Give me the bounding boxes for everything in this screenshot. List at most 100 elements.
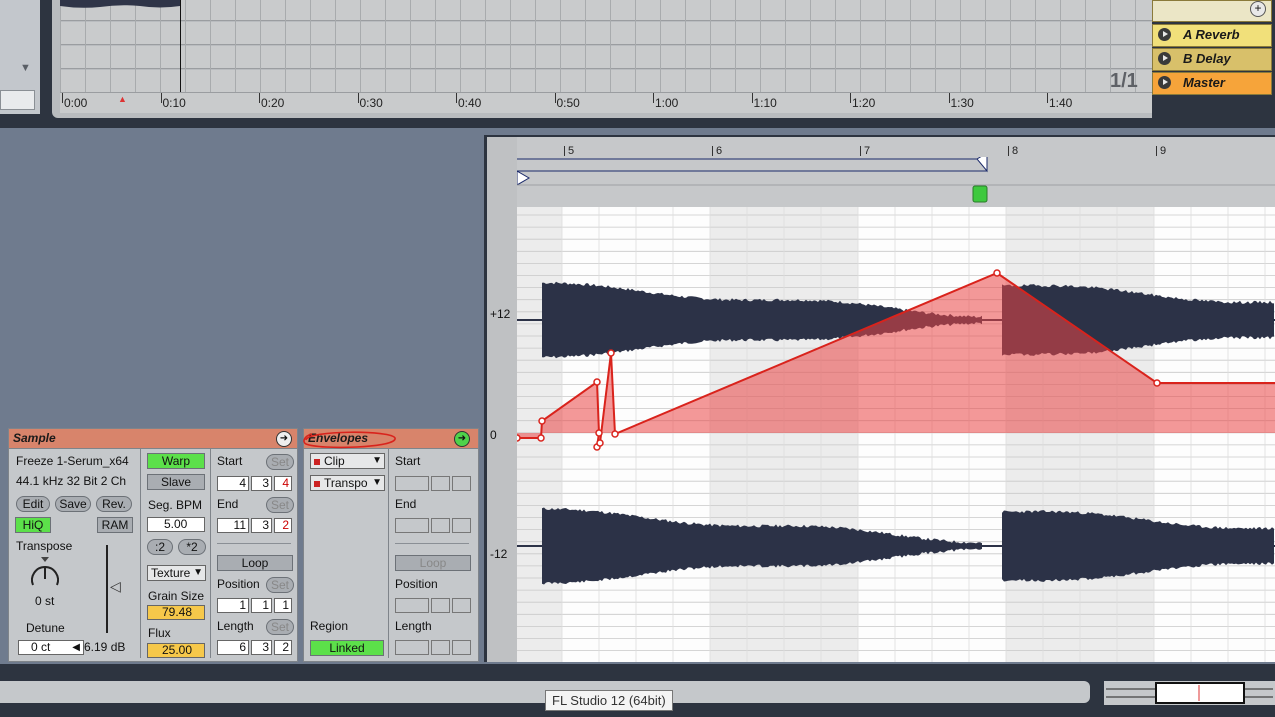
grid-line: [485, 0, 486, 92]
env-position-bar-field[interactable]: [395, 598, 429, 613]
clip-name: Freeze 1-Serum_x64: [16, 454, 129, 468]
hiq-toggle[interactable]: HiQ: [15, 517, 51, 533]
end-sixteenth-field[interactable]: 2: [274, 518, 292, 533]
linked-toggle[interactable]: Linked: [310, 640, 384, 656]
return-track-a-reverb[interactable]: A Reverb: [1152, 24, 1272, 47]
collapse-arrow-icon[interactable]: ▼: [20, 62, 31, 74]
envelope-breakpoint[interactable]: [607, 349, 615, 357]
envelope-breakpoint[interactable]: [517, 434, 521, 442]
grid-line: [810, 0, 811, 92]
env-position-beat-field[interactable]: [431, 598, 450, 613]
position-bar-field[interactable]: 1: [217, 598, 249, 613]
gain-slider-track[interactable]: [106, 545, 108, 633]
ruler-tick: [357, 93, 359, 103]
position-set-button[interactable]: Set: [266, 577, 294, 593]
detune-field[interactable]: 0 ct ◀: [18, 640, 84, 655]
time-ruler[interactable]: [60, 92, 1152, 113]
plus-icon[interactable]: +: [1250, 1, 1266, 17]
arrangement-track-delay[interactable]: [60, 46, 1152, 69]
envelope-control-select[interactable]: Transpo ▼: [310, 475, 385, 491]
return-track-b-delay[interactable]: B Delay: [1152, 48, 1272, 71]
ruler-tick: [160, 93, 162, 103]
arrangement-track-1[interactable]: [60, 0, 1152, 21]
arrow-right-icon[interactable]: ➜: [454, 431, 470, 447]
loop-toggle[interactable]: Loop: [217, 555, 293, 571]
save-button[interactable]: Save: [55, 496, 91, 512]
envelope-breakpoint[interactable]: [596, 439, 604, 447]
start-bar-field[interactable]: 4: [217, 476, 249, 491]
flux-field[interactable]: 25.00: [147, 643, 205, 658]
ruler-time-label: 1:10: [753, 96, 777, 110]
play-icon[interactable]: [1158, 52, 1171, 65]
grid-line: [385, 0, 386, 92]
envelope-breakpoint[interactable]: [993, 269, 1001, 277]
warp-toggle[interactable]: Warp: [147, 453, 205, 469]
grid-line: [835, 0, 836, 92]
envelope-device-select[interactable]: Clip ▼: [310, 453, 385, 469]
length-set-button[interactable]: Set: [266, 619, 294, 635]
start-beat-field[interactable]: 3: [251, 476, 272, 491]
reverse-button[interactable]: Rev.: [96, 496, 132, 512]
env-length-bar-field[interactable]: [395, 640, 429, 655]
gain-value: 6.19 dB: [84, 640, 126, 654]
length-bar-field[interactable]: 6: [217, 640, 249, 655]
grain-size-field[interactable]: 79.48: [147, 605, 205, 620]
left-panel-field[interactable]: [0, 90, 35, 110]
transpose-value: 0 st: [35, 594, 55, 608]
position-beat-field[interactable]: 1: [251, 598, 272, 613]
waveform-editor[interactable]: [517, 207, 1275, 662]
envelope-breakpoint[interactable]: [593, 378, 601, 386]
master-track[interactable]: Master: [1152, 72, 1272, 95]
bar-tick: [1156, 146, 1157, 156]
start-sixteenth-field[interactable]: 4: [274, 476, 292, 491]
end-beat-field[interactable]: 3: [251, 518, 272, 533]
start-set-button[interactable]: Set: [266, 454, 294, 470]
env-loop-toggle[interactable]: Loop: [395, 555, 471, 571]
arrangement-track-reverb[interactable]: [60, 22, 1152, 45]
bar-number: 7: [864, 145, 871, 157]
envelope-breakpoint[interactable]: [1153, 379, 1161, 387]
env-length-sixteenth-field[interactable]: [452, 640, 471, 655]
envelope-breakpoint[interactable]: [537, 434, 545, 442]
double-tempo-button[interactable]: *2: [178, 539, 206, 555]
transpose-knob-icon[interactable]: [27, 555, 63, 591]
half-tempo-button[interactable]: :2: [147, 539, 173, 555]
arrow-right-icon[interactable]: ➜: [276, 431, 292, 447]
bar-number: 9: [1160, 145, 1167, 157]
env-start-sixteenth-field[interactable]: [452, 476, 471, 491]
env-start-beat-field[interactable]: [431, 476, 450, 491]
length-beat-field[interactable]: 3: [251, 640, 272, 655]
ram-toggle[interactable]: RAM: [97, 517, 133, 533]
clip-overview[interactable]: [1104, 681, 1275, 705]
env-end-bar-field[interactable]: [395, 518, 429, 533]
loop-marker-icon[interactable]: ▲: [118, 94, 127, 104]
edit-button[interactable]: Edit: [16, 496, 50, 512]
play-icon[interactable]: [1158, 76, 1171, 89]
play-icon[interactable]: [1158, 28, 1171, 41]
slave-toggle[interactable]: Slave: [147, 474, 205, 490]
grid-line: [860, 0, 861, 92]
envelope-breakpoint[interactable]: [611, 430, 619, 438]
env-end-sixteenth-field[interactable]: [452, 518, 471, 533]
clip-waveform-thumbnail: [60, 0, 180, 8]
loop-brace[interactable]: [517, 157, 1275, 207]
gain-slider-handle-icon[interactable]: ◁: [110, 578, 121, 595]
end-bar-field[interactable]: 11: [217, 518, 249, 533]
page-fraction: 1/1: [1110, 70, 1138, 92]
env-start-bar-field[interactable]: [395, 476, 429, 491]
end-set-button[interactable]: Set: [266, 497, 294, 513]
waveform-canvas[interactable]: [517, 207, 1275, 662]
grid-line: [635, 0, 636, 92]
envelope-control-value: Transpo: [324, 476, 368, 490]
env-end-beat-field[interactable]: [431, 518, 450, 533]
env-position-sixteenth-field[interactable]: [452, 598, 471, 613]
arrangement-track-master[interactable]: [60, 70, 1152, 93]
warp-mode-select[interactable]: Texture ▼: [147, 565, 206, 581]
position-sixteenth-field[interactable]: 1: [274, 598, 292, 613]
seg-bpm-field[interactable]: 5.00: [147, 517, 205, 532]
envelope-breakpoint[interactable]: [538, 417, 546, 425]
envelope-breakpoint[interactable]: [595, 429, 603, 437]
grid-line: [560, 0, 561, 92]
env-length-beat-field[interactable]: [431, 640, 450, 655]
length-sixteenth-field[interactable]: 2: [274, 640, 292, 655]
